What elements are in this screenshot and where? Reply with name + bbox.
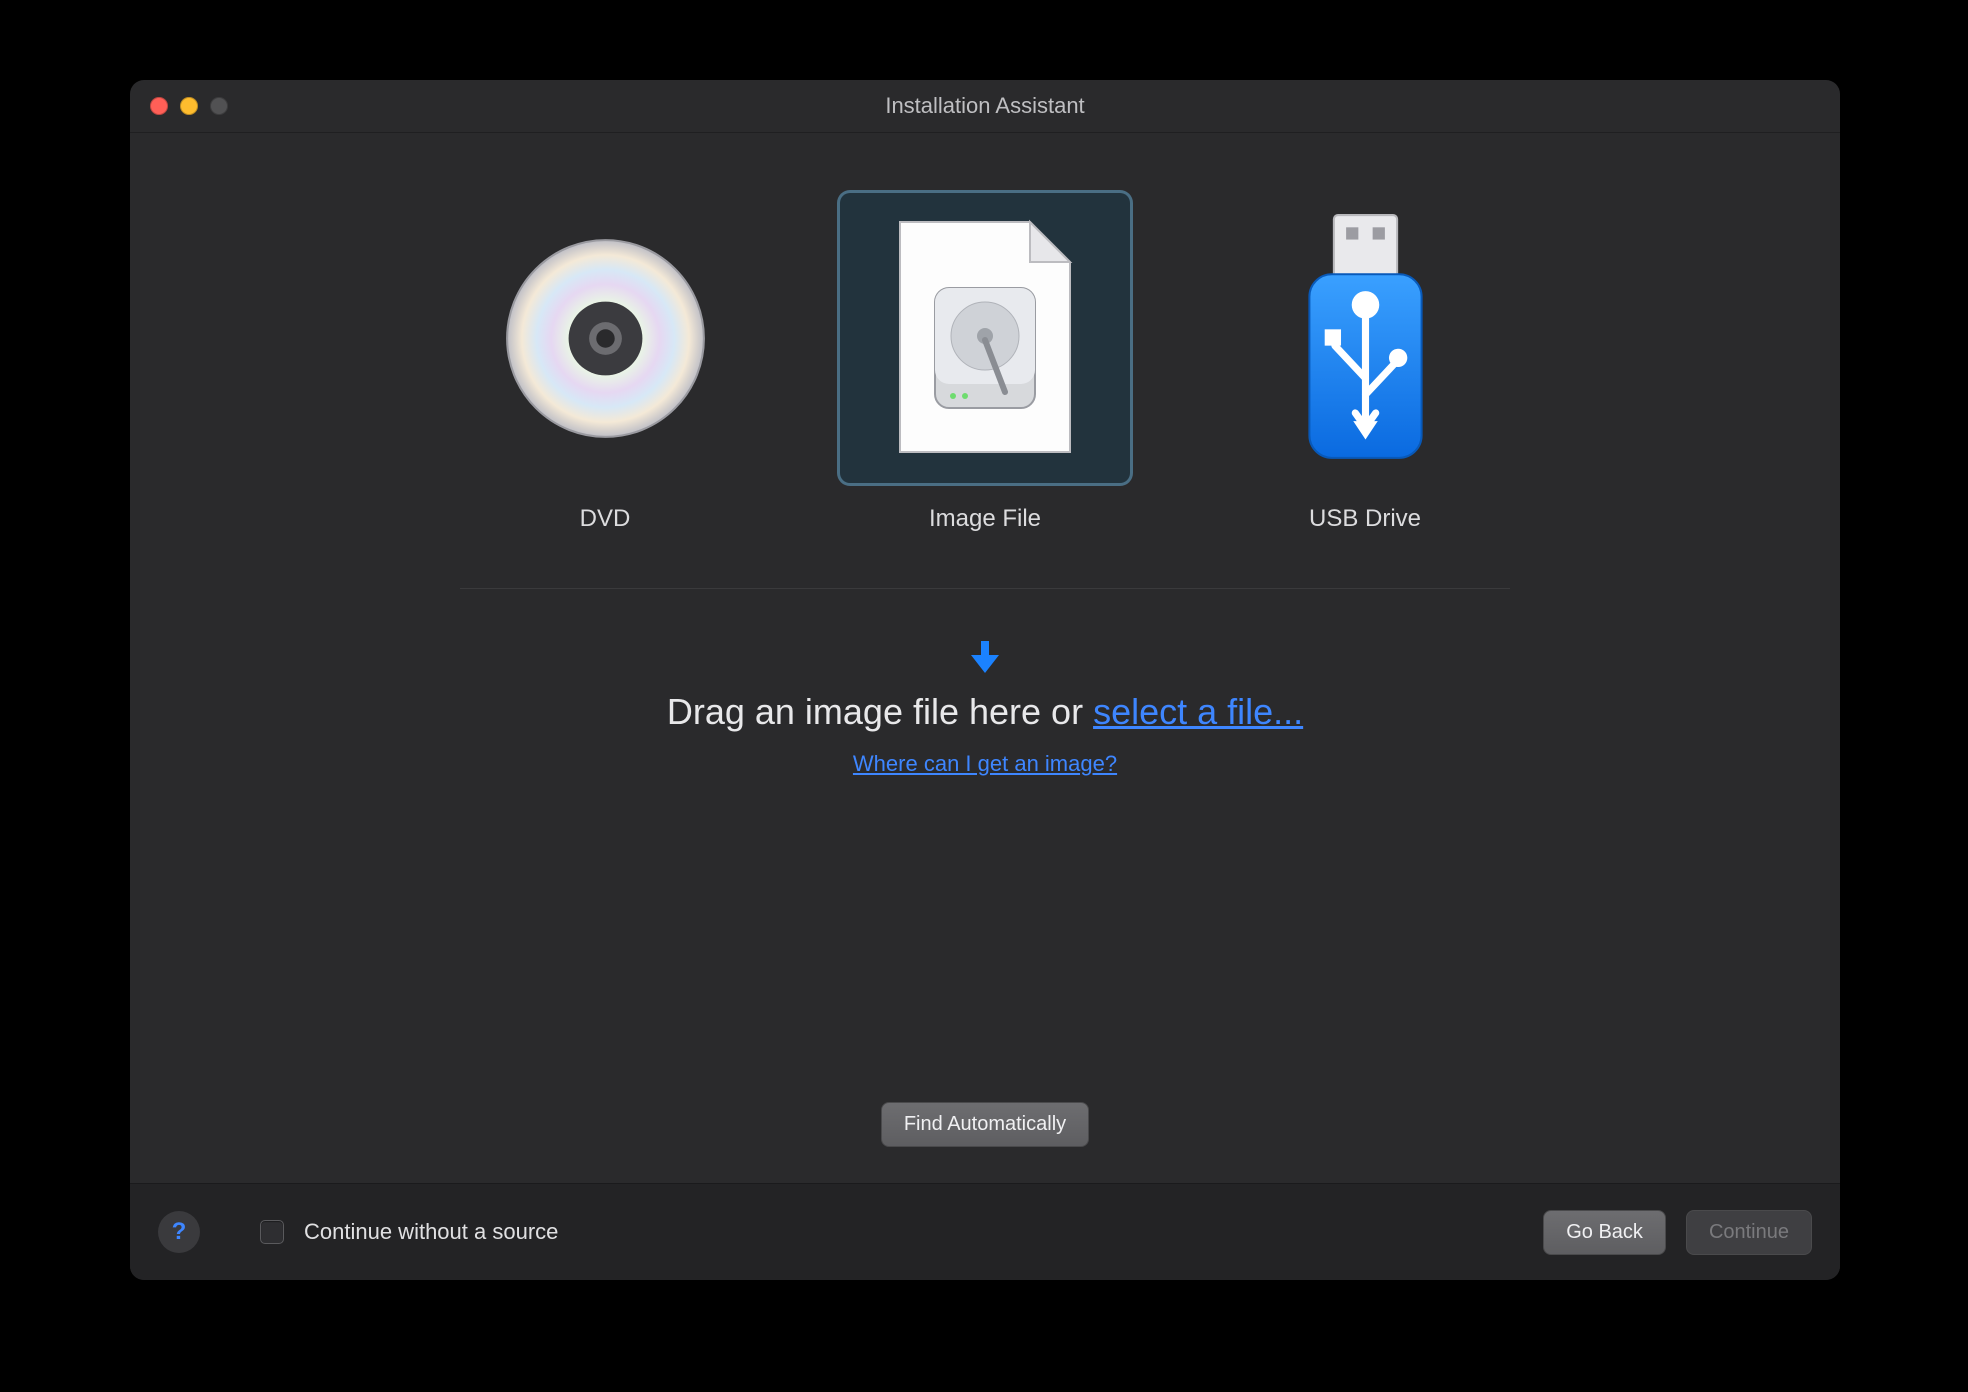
drop-area[interactable]: Drag an image file here or select a file… [667, 639, 1303, 777]
usb-drive-icon [1298, 211, 1433, 466]
source-options: DVD [460, 193, 1510, 533]
dvd-label: DVD [580, 505, 631, 533]
select-file-link[interactable]: select a file... [1093, 691, 1303, 732]
image-file-label: Image File [929, 505, 1041, 533]
source-option-dvd[interactable]: DVD [460, 193, 750, 533]
window-body: DVD [130, 133, 1840, 1183]
image-file-icon-frame [840, 193, 1130, 483]
drop-prefix: Drag an image file here or [667, 691, 1093, 732]
arrow-down-icon [967, 639, 1003, 675]
go-back-button[interactable]: Go Back [1543, 1210, 1666, 1255]
window-title: Installation Assistant [130, 93, 1840, 119]
footer: ? Continue without a source Go Back Cont… [130, 1183, 1840, 1280]
dvd-disc-icon [503, 236, 708, 441]
question-mark-icon: ? [172, 1218, 187, 1246]
continue-without-source-checkbox[interactable] [260, 1220, 284, 1244]
dvd-icon-frame [460, 193, 750, 483]
installation-assistant-window: Installation Assistant [130, 80, 1840, 1280]
source-option-image-file[interactable]: Image File [840, 193, 1130, 533]
help-button[interactable]: ? [158, 1211, 200, 1253]
source-option-usb-drive[interactable]: USB Drive [1220, 193, 1510, 533]
find-auto-row: Find Automatically [881, 1102, 1089, 1147]
image-file-icon [890, 218, 1080, 458]
usb-drive-label: USB Drive [1309, 505, 1421, 533]
where-get-image-link[interactable]: Where can I get an image? [853, 751, 1117, 777]
usb-icon-frame [1220, 193, 1510, 483]
divider [460, 588, 1510, 589]
find-automatically-button[interactable]: Find Automatically [881, 1102, 1089, 1147]
continue-button: Continue [1686, 1210, 1812, 1255]
titlebar: Installation Assistant [130, 80, 1840, 133]
continue-without-source-label: Continue without a source [304, 1219, 558, 1245]
drop-instruction: Drag an image file here or select a file… [667, 691, 1303, 733]
